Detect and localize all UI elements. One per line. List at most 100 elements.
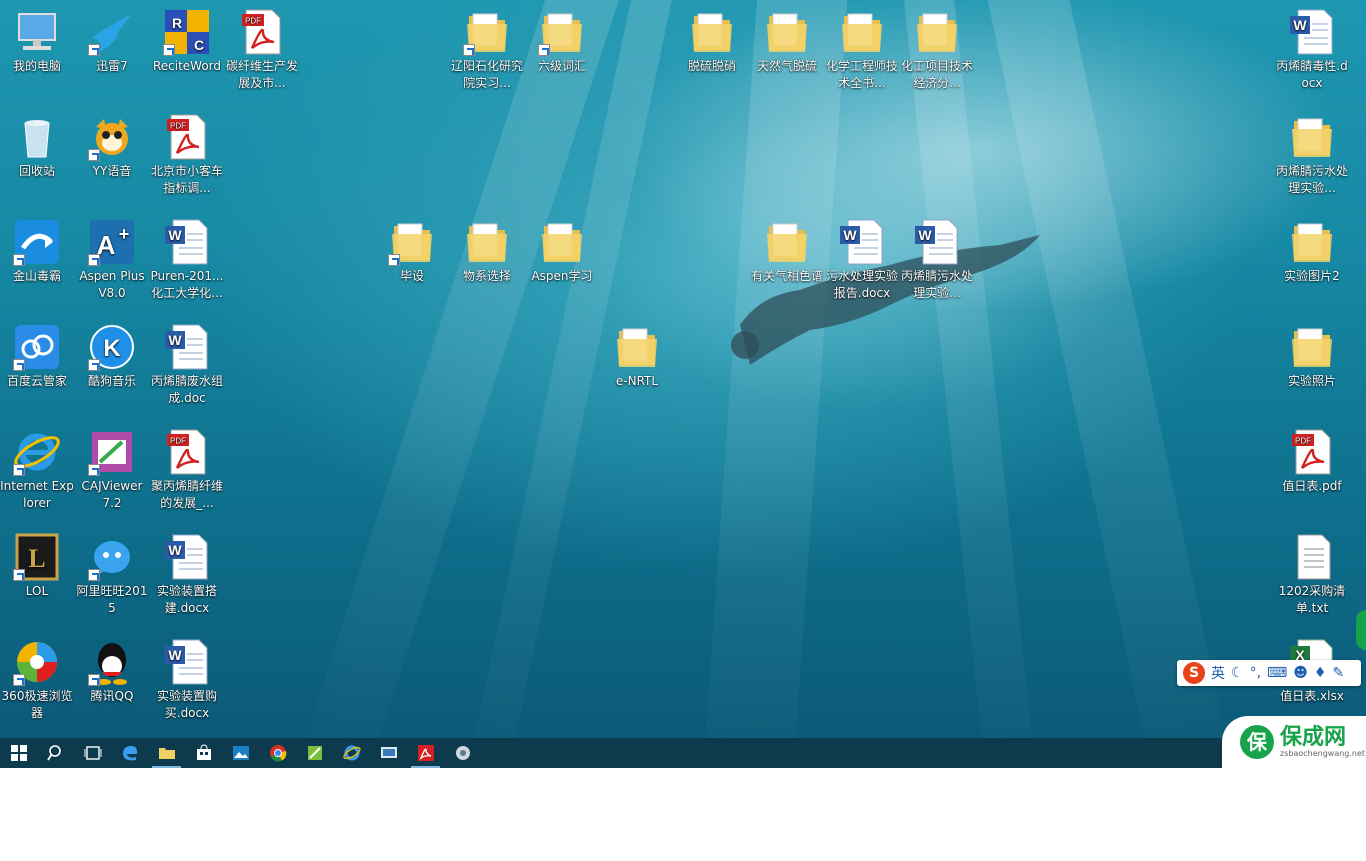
desktop-icon[interactable]: 迅雷7: [75, 8, 149, 75]
desktop-icon-label: 值日表.pdf: [1282, 479, 1342, 493]
browser-360-icon: [13, 638, 61, 686]
ime-toolbar[interactable]: S 英 ☾ °, ⌨ ☻ ♦ ✎: [1177, 660, 1361, 686]
desktop-icon[interactable]: W 丙烯腈废水组成.doc: [150, 323, 224, 407]
word-icon: W: [163, 638, 211, 686]
floating-ball[interactable]: [1356, 610, 1366, 650]
svg-text:W: W: [918, 227, 932, 243]
hardware-button[interactable]: [444, 738, 481, 768]
desktop-icon[interactable]: Aspen学习: [525, 218, 599, 285]
desktop-icon-label: 丙烯腈污水处理实验...: [1275, 164, 1348, 195]
shortcut-arrow-icon: [13, 569, 25, 581]
user-icon[interactable]: ☻: [1293, 665, 1308, 681]
desktop-icon-label: 百度云管家: [6, 374, 67, 388]
folder-icon: [158, 748, 175, 759]
desktop-icon[interactable]: 脱硫脱硝: [675, 8, 749, 75]
desktop-icon-label: CAJViewer 7.2: [81, 479, 143, 510]
desktop-icon[interactable]: A + Aspen Plus V8.0: [75, 218, 149, 302]
store-button[interactable]: [185, 738, 222, 768]
desktop-icon[interactable]: W 丙烯腈毒性.docx: [1275, 8, 1349, 92]
desktop-icon[interactable]: W 污水处理实验报告.docx: [825, 218, 899, 302]
desktop-icon[interactable]: e-NRTL: [600, 323, 674, 390]
task-view-button[interactable]: [74, 738, 111, 768]
word-icon: W: [913, 218, 961, 266]
shortcut-arrow-icon: [13, 674, 25, 686]
desktop-icon[interactable]: 回收站: [0, 113, 74, 180]
photos-button[interactable]: [222, 738, 259, 768]
svg-text:+: +: [119, 224, 130, 244]
desktop-icon-label: 聚丙烯腈纤维的发展_...: [150, 479, 223, 510]
desktop-icon[interactable]: PDF 值日表.pdf: [1275, 428, 1349, 495]
sheet-app-button[interactable]: [296, 738, 333, 768]
desktop-icon[interactable]: 金山毒霸: [0, 218, 74, 285]
chrome-button[interactable]: [259, 738, 296, 768]
desktop-icon[interactable]: W 丙烯腈污水处理实验...: [900, 218, 974, 302]
desktop-icon[interactable]: W 实验装置搭建.docx: [150, 533, 224, 617]
desktop-icon[interactable]: 六级词汇: [525, 8, 599, 75]
folder-icon: [1288, 218, 1336, 266]
ime-lang-toggle[interactable]: 英: [1211, 663, 1225, 683]
desktop-icon[interactable]: PDF 聚丙烯腈纤维的发展_...: [150, 428, 224, 512]
desktop-icon[interactable]: 有关气相色谱: [750, 218, 824, 285]
baidu-cloud-icon: [13, 323, 61, 371]
desktop-icon[interactable]: L LOL: [0, 533, 74, 600]
desktop-icon[interactable]: 百度云管家: [0, 323, 74, 390]
moon-icon[interactable]: ☾: [1231, 665, 1244, 681]
desktop-icon[interactable]: 辽阳石化研究院实习...: [450, 8, 524, 92]
pdf-icon: PDF: [1288, 428, 1336, 476]
desktop-icon[interactable]: 天然气脱硫: [750, 8, 824, 75]
desktop-icon[interactable]: 丙烯腈污水处理实验...: [1275, 113, 1349, 197]
desktop-icon-label: 1202采购清单.txt: [1278, 584, 1346, 615]
word-icon: W: [163, 533, 211, 581]
watermark-subtitle: zsbaochengwang.net: [1280, 748, 1366, 758]
file-explorer-button[interactable]: [148, 738, 185, 768]
keyboard-icon[interactable]: ⌨: [1267, 665, 1287, 681]
desktop-icon-label: 化工项目技术经济分...: [900, 59, 973, 90]
desktop-icon-label: 脱硫脱硝: [687, 59, 736, 73]
desktop[interactable]: 我的电脑 迅雷7 R C ReciteWord PDF 碳纤维生产发展及市... 回收站 YY语…: [0, 0, 1366, 861]
ie-icon: [13, 428, 61, 476]
desktop-icon[interactable]: 实验图片2: [1275, 218, 1349, 285]
desktop-icon[interactable]: 化学工程师技术全书...: [825, 8, 899, 92]
desktop-icon[interactable]: W 实验装置购买.docx: [150, 638, 224, 722]
folder-icon: [688, 8, 736, 56]
reciteword-icon: RC: [163, 8, 211, 56]
desktop-icon[interactable]: 物系选择: [450, 218, 524, 285]
desktop-icon[interactable]: 360极速浏览器: [0, 638, 74, 722]
desktop-icon-label: 回收站: [18, 164, 55, 178]
shirt-icon[interactable]: ♦: [1314, 665, 1327, 681]
remote-button[interactable]: [370, 738, 407, 768]
desktop-icon[interactable]: 我的电脑: [0, 8, 74, 75]
wrench-icon[interactable]: ✎: [1332, 665, 1344, 681]
punct-icon[interactable]: °,: [1250, 665, 1261, 681]
desktop-icon[interactable]: 化工项目技术经济分...: [900, 8, 974, 92]
acrobat-button[interactable]: [407, 738, 444, 768]
desktop-icon[interactable]: 1202采购清单.txt: [1275, 533, 1349, 617]
desktop-icon[interactable]: PDF 北京市小客车指标调...: [150, 113, 224, 197]
desktop-icon[interactable]: YY语音: [75, 113, 149, 180]
desktop-icon[interactable]: W Puren-201...化工大学化...: [150, 218, 224, 302]
desktop-icon[interactable]: 毕设: [375, 218, 449, 285]
desktop-icon-label: 腾讯QQ: [90, 689, 134, 703]
start-button[interactable]: [0, 738, 37, 768]
desktop-icon[interactable]: PDF 碳纤维生产发展及市...: [225, 8, 299, 92]
pdf-icon: PDF: [163, 113, 211, 161]
desktop-icon[interactable]: 实验照片: [1275, 323, 1349, 390]
desktop-icon[interactable]: CAJViewer 7.2: [75, 428, 149, 512]
desktop-icon[interactable]: 阿里旺旺2015: [75, 533, 149, 617]
desktop-icon[interactable]: K 酷狗音乐: [75, 323, 149, 390]
search-button[interactable]: [37, 738, 74, 768]
kingsoft-icon: [13, 218, 61, 266]
desktop-icon-label: 我的电脑: [12, 59, 61, 73]
desktop-icon[interactable]: R C ReciteWord: [150, 8, 224, 75]
desktop-icon[interactable]: Internet Explorer: [0, 428, 74, 512]
desktop-icon-label: 北京市小客车指标调...: [150, 164, 223, 195]
edge-button[interactable]: [111, 738, 148, 768]
desktop-icon-label: YY语音: [92, 164, 132, 178]
folder-icon: [1288, 323, 1336, 371]
svg-text:R: R: [172, 15, 182, 31]
ie-button[interactable]: [333, 738, 370, 768]
windows-icon: [10, 745, 27, 761]
desktop-icon-label: 污水处理实验报告.docx: [825, 269, 898, 300]
folder-icon: [763, 8, 811, 56]
desktop-icon[interactable]: 腾讯QQ: [75, 638, 149, 705]
